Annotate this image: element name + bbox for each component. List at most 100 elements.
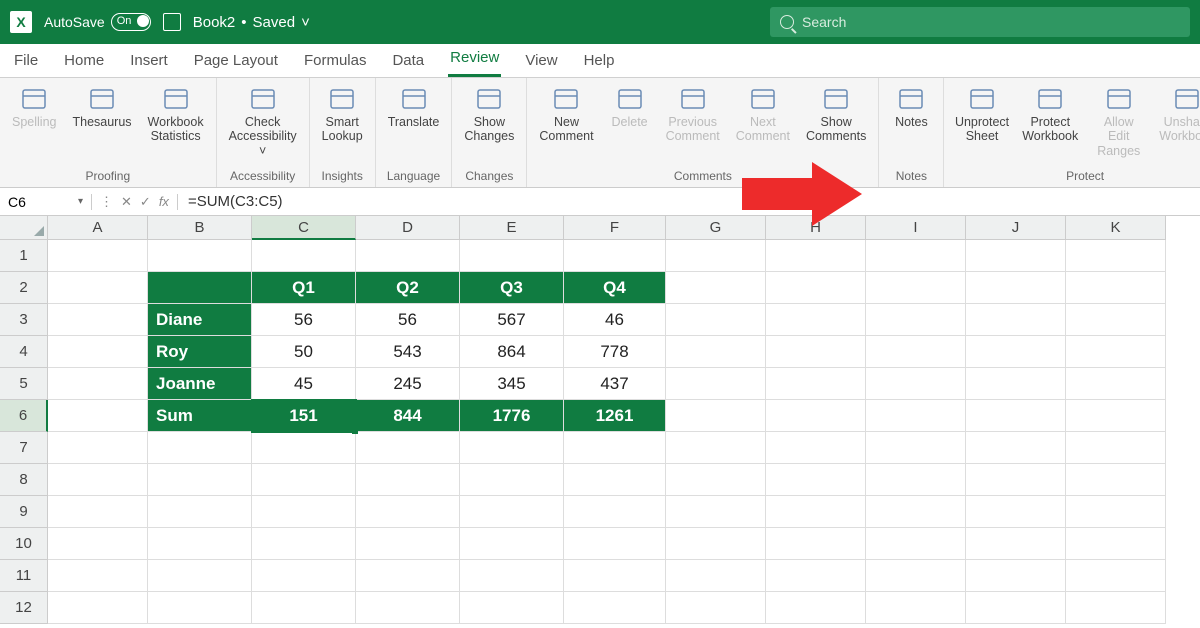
cell-F6[interactable]: 1261 <box>564 400 666 432</box>
cell-G5[interactable] <box>666 368 766 400</box>
cell-C7[interactable] <box>252 432 356 464</box>
cell-A2[interactable] <box>48 272 148 304</box>
cell-B6[interactable]: Sum <box>148 400 252 432</box>
cell-A4[interactable] <box>48 336 148 368</box>
tab-page-layout[interactable]: Page Layout <box>192 46 280 77</box>
cell-G6[interactable] <box>666 400 766 432</box>
row-header-10[interactable]: 10 <box>0 528 48 560</box>
unprotect-sheet-button[interactable]: UnprotectSheet <box>952 84 1011 146</box>
cell-H2[interactable] <box>766 272 866 304</box>
cell-F5[interactable]: 437 <box>564 368 666 400</box>
row-header-2[interactable]: 2 <box>0 272 48 304</box>
cell-G11[interactable] <box>666 560 766 592</box>
cell-C1[interactable] <box>252 240 356 272</box>
cell-F4[interactable]: 778 <box>564 336 666 368</box>
cell-F2[interactable]: Q4 <box>564 272 666 304</box>
cell-C9[interactable] <box>252 496 356 528</box>
cell-E12[interactable] <box>460 592 564 624</box>
cell-D9[interactable] <box>356 496 460 528</box>
cell-I12[interactable] <box>866 592 966 624</box>
cell-H5[interactable] <box>766 368 866 400</box>
cell-J4[interactable] <box>966 336 1066 368</box>
cell-C8[interactable] <box>252 464 356 496</box>
cell-G3[interactable] <box>666 304 766 336</box>
row-header-9[interactable]: 9 <box>0 496 48 528</box>
select-all-corner[interactable] <box>0 216 48 240</box>
row-header-3[interactable]: 3 <box>0 304 48 336</box>
cell-B8[interactable] <box>148 464 252 496</box>
save-icon[interactable] <box>163 13 181 31</box>
cell-A3[interactable] <box>48 304 148 336</box>
cell-K12[interactable] <box>1066 592 1166 624</box>
cell-I3[interactable] <box>866 304 966 336</box>
cell-G7[interactable] <box>666 432 766 464</box>
cell-B9[interactable] <box>148 496 252 528</box>
enter-icon[interactable]: ✓ <box>140 194 151 210</box>
cell-A5[interactable] <box>48 368 148 400</box>
translate-button[interactable]: Translate <box>384 84 444 131</box>
show-changes-button[interactable]: ShowChanges <box>460 84 518 146</box>
cell-E8[interactable] <box>460 464 564 496</box>
cell-D2[interactable]: Q2 <box>356 272 460 304</box>
cell-I2[interactable] <box>866 272 966 304</box>
cell-H3[interactable] <box>766 304 866 336</box>
cell-D8[interactable] <box>356 464 460 496</box>
col-header-A[interactable]: A <box>48 216 148 240</box>
search-input[interactable]: Search <box>770 7 1190 37</box>
row-header-4[interactable]: 4 <box>0 336 48 368</box>
cell-I6[interactable] <box>866 400 966 432</box>
cell-E7[interactable] <box>460 432 564 464</box>
tab-home[interactable]: Home <box>62 46 106 77</box>
tab-insert[interactable]: Insert <box>128 46 170 77</box>
cell-K9[interactable] <box>1066 496 1166 528</box>
show-comments-button[interactable]: ShowComments <box>802 84 870 146</box>
cell-K3[interactable] <box>1066 304 1166 336</box>
document-title[interactable]: Book2 • Saved ˅ <box>193 14 310 31</box>
cell-F9[interactable] <box>564 496 666 528</box>
cell-F12[interactable] <box>564 592 666 624</box>
cell-F3[interactable]: 46 <box>564 304 666 336</box>
cell-A10[interactable] <box>48 528 148 560</box>
cell-K7[interactable] <box>1066 432 1166 464</box>
col-header-D[interactable]: D <box>356 216 460 240</box>
cell-E3[interactable]: 567 <box>460 304 564 336</box>
cell-K8[interactable] <box>1066 464 1166 496</box>
cell-E2[interactable]: Q3 <box>460 272 564 304</box>
row-header-11[interactable]: 11 <box>0 560 48 592</box>
tab-view[interactable]: View <box>523 46 559 77</box>
cell-E9[interactable] <box>460 496 564 528</box>
cell-H8[interactable] <box>766 464 866 496</box>
cell-E6[interactable]: 1776 <box>460 400 564 432</box>
cell-G10[interactable] <box>666 528 766 560</box>
cell-D1[interactable] <box>356 240 460 272</box>
cell-C11[interactable] <box>252 560 356 592</box>
col-header-F[interactable]: F <box>564 216 666 240</box>
cell-G9[interactable] <box>666 496 766 528</box>
col-header-K[interactable]: K <box>1066 216 1166 240</box>
cell-E11[interactable] <box>460 560 564 592</box>
cell-I10[interactable] <box>866 528 966 560</box>
thesaurus-button[interactable]: Thesaurus <box>68 84 135 131</box>
cell-G12[interactable] <box>666 592 766 624</box>
spreadsheet-grid[interactable]: ABCDEFGHIJK 12Q1Q2Q3Q43Diane5656567464Ro… <box>0 216 1200 624</box>
protect-workbook-button[interactable]: ProtectWorkbook <box>1020 84 1081 146</box>
toggle-icon[interactable]: On <box>111 13 151 31</box>
cell-H11[interactable] <box>766 560 866 592</box>
cell-C6[interactable]: 151 <box>252 400 356 432</box>
cell-B4[interactable]: Roy <box>148 336 252 368</box>
workbook-stats-button[interactable]: WorkbookStatistics <box>144 84 208 146</box>
cell-H4[interactable] <box>766 336 866 368</box>
cell-D11[interactable] <box>356 560 460 592</box>
cell-C10[interactable] <box>252 528 356 560</box>
cell-J7[interactable] <box>966 432 1066 464</box>
cell-J5[interactable] <box>966 368 1066 400</box>
cell-I7[interactable] <box>866 432 966 464</box>
cell-A8[interactable] <box>48 464 148 496</box>
cell-F10[interactable] <box>564 528 666 560</box>
cell-G1[interactable] <box>666 240 766 272</box>
cell-J3[interactable] <box>966 304 1066 336</box>
cell-D5[interactable]: 245 <box>356 368 460 400</box>
cell-B10[interactable] <box>148 528 252 560</box>
cell-E1[interactable] <box>460 240 564 272</box>
cell-G4[interactable] <box>666 336 766 368</box>
